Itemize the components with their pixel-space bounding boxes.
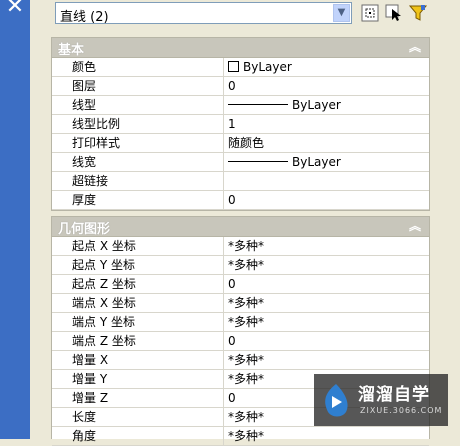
property-value[interactable]: 随颜色 (228, 134, 264, 152)
property-row[interactable]: 起点 Z 坐标 0 (52, 275, 429, 294)
property-value-text: 0 (228, 391, 236, 405)
property-row[interactable]: 端点 Y 坐标 *多种* (52, 313, 429, 332)
property-value-text: *多种* (228, 372, 265, 386)
toggle-pickadd-button[interactable] (361, 4, 379, 22)
selected-object-label: 直线 (2) (60, 10, 109, 25)
section-title: 基本 (58, 43, 85, 58)
property-label: 端点 Y 坐标 (52, 313, 224, 331)
property-value-text: *多种* (228, 315, 265, 329)
property-value[interactable]: *多种* (228, 351, 264, 369)
property-value[interactable]: *多种* (228, 370, 264, 388)
property-value[interactable]: 0 (228, 77, 236, 95)
property-value-text: ByLayer (292, 155, 341, 169)
property-value[interactable]: *多种* (228, 294, 264, 312)
property-value-text: *多种* (228, 353, 265, 367)
property-value-text: *多种* (228, 410, 265, 424)
pickadd-icon (361, 4, 379, 22)
property-label: 超链接 (52, 172, 224, 190)
property-value-text: ByLayer (243, 60, 292, 74)
property-value-text: 0 (228, 79, 236, 93)
property-row[interactable]: 厚度 0 (52, 191, 429, 210)
property-value-text: 随颜色 (228, 136, 265, 150)
property-row[interactable]: 线宽 ByLayer (52, 153, 429, 172)
property-label: 起点 Z 坐标 (52, 275, 224, 293)
property-row[interactable]: 增量 X *多种* (52, 351, 429, 370)
chevron-down-icon[interactable]: ▼ (333, 4, 350, 22)
property-row[interactable]: 打印样式 随颜色 (52, 134, 429, 153)
property-value-text: 0 (228, 277, 236, 291)
watermark-name: 溜溜自学 (358, 385, 430, 405)
property-value-text: 0 (228, 334, 236, 348)
property-row[interactable]: 起点 Y 坐标 *多种* (52, 256, 429, 275)
object-type-select[interactable]: 直线 (2) ▼ (55, 2, 352, 25)
property-label: 线型比例 (52, 115, 224, 133)
section-title: 几何图形 (58, 222, 111, 237)
watermark-logo-icon (325, 384, 348, 417)
property-value[interactable]: ByLayer (228, 58, 292, 76)
property-label: 角度 (52, 427, 224, 445)
funnel-icon (409, 5, 427, 21)
property-value[interactable]: ByLayer (228, 153, 341, 171)
section-basic: 基本 ︽ 颜色 ByLayer 图层 0 线型 ByLayer 线型比例 1 打印样式 随颜色 线宽… (51, 37, 430, 211)
property-row[interactable]: 角度 *多种* (52, 427, 429, 446)
property-row[interactable]: 线型比例 1 (52, 115, 429, 134)
property-label: 长度 (52, 408, 224, 426)
property-value-text: 1 (228, 117, 236, 131)
property-value[interactable]: *多种* (228, 256, 264, 274)
collapse-icon[interactable]: ︽ (409, 38, 421, 55)
property-value[interactable]: 0 (228, 191, 236, 209)
property-row[interactable]: 超链接 (52, 172, 429, 191)
property-value-text: ByLayer (292, 98, 341, 112)
watermark-site: ZIXUE.3066.COM (360, 406, 443, 415)
select-objects-icon (385, 4, 401, 21)
property-row[interactable]: 图层 0 (52, 77, 429, 96)
property-row[interactable]: 线型 ByLayer (52, 96, 429, 115)
section-header-geometry[interactable]: 几何图形 ︽ (52, 217, 429, 237)
property-value[interactable]: *多种* (228, 313, 264, 331)
property-value-text: 0 (228, 193, 236, 207)
property-row[interactable]: 起点 X 坐标 *多种* (52, 237, 429, 256)
section-header-basic[interactable]: 基本 ︽ (52, 38, 429, 58)
property-value-text: *多种* (228, 296, 265, 310)
property-label: 起点 Y 坐标 (52, 256, 224, 274)
close-icon[interactable]: ✕ (4, 0, 26, 18)
property-label: 图层 (52, 77, 224, 95)
property-label: 线宽 (52, 153, 224, 171)
property-label: 打印样式 (52, 134, 224, 152)
select-objects-button[interactable] (385, 4, 403, 22)
watermark: 溜溜自学 ZIXUE.3066.COM (314, 374, 448, 426)
property-row[interactable]: 端点 Z 坐标 0 (52, 332, 429, 351)
collapse-icon[interactable]: ︽ (409, 217, 421, 234)
property-value-text: *多种* (228, 429, 265, 443)
line-sample-icon (228, 104, 288, 105)
property-label: 颜色 (52, 58, 224, 76)
property-label: 厚度 (52, 191, 224, 209)
color-swatch-icon (228, 61, 239, 72)
property-label: 增量 Y (52, 370, 224, 388)
property-label: 增量 X (52, 351, 224, 369)
palette-title-bar: ✕ (0, 0, 30, 439)
property-value[interactable]: 1 (228, 115, 236, 133)
property-value[interactable]: *多种* (228, 427, 264, 445)
property-value[interactable]: 0 (228, 275, 236, 293)
property-value[interactable]: *多种* (228, 237, 264, 255)
property-value[interactable]: 0 (228, 389, 236, 407)
property-label: 端点 Z 坐标 (52, 332, 224, 350)
property-value[interactable]: 0 (228, 332, 236, 350)
property-value-text: *多种* (228, 258, 265, 272)
property-label: 线型 (52, 96, 224, 114)
property-label: 起点 X 坐标 (52, 237, 224, 255)
quick-select-button[interactable] (409, 4, 427, 22)
property-label: 增量 Z (52, 389, 224, 407)
property-value[interactable]: *多种* (228, 408, 264, 426)
property-value[interactable]: ByLayer (228, 96, 341, 114)
property-value-text: *多种* (228, 239, 265, 253)
property-row[interactable]: 端点 X 坐标 *多种* (52, 294, 429, 313)
property-row[interactable]: 颜色 ByLayer (52, 58, 429, 77)
line-sample-icon (228, 161, 288, 162)
palette-gutter (30, 0, 50, 439)
property-label: 端点 X 坐标 (52, 294, 224, 312)
